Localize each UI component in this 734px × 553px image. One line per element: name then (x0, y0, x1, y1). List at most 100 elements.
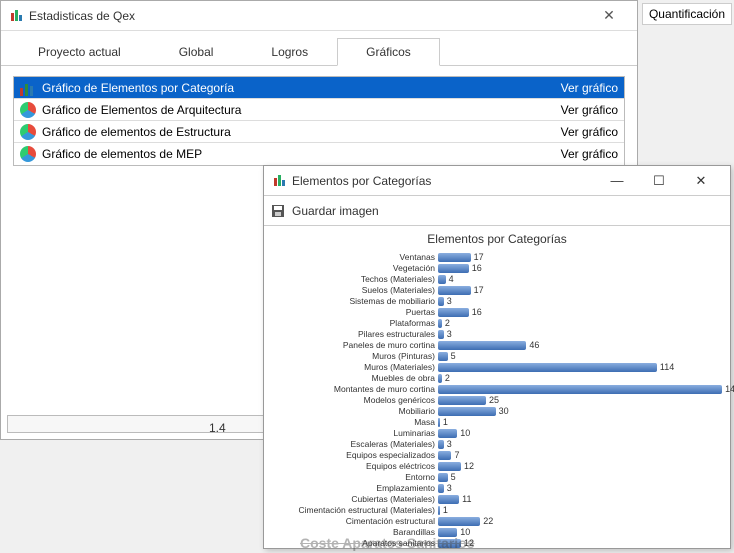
chart-bar: 5 (438, 352, 448, 361)
chart-bar: 16 (438, 264, 469, 273)
chart-category-label: Masa (268, 418, 438, 427)
pie-chart-icon (20, 124, 36, 140)
chart-row-action[interactable]: Ver gráfico (561, 81, 618, 95)
chart-row-label: Gráfico de Elementos por Categoría (42, 81, 561, 95)
save-image-label[interactable]: Guardar imagen (292, 204, 379, 218)
chart-category-label: Cimentación estructural (268, 517, 438, 526)
chart-row-action[interactable]: Ver gráfico (561, 103, 618, 117)
chart-category-label: Cubiertas (Materiales) (268, 495, 438, 504)
chart-bar: 3 (438, 484, 444, 493)
chart-category-label: Sistemas de mobiliario (268, 297, 438, 306)
chart-value-label: 114 (660, 362, 674, 372)
chart-row-label: Gráfico de Elementos de Arquitectura (42, 103, 561, 117)
chart-bar: 3 (438, 297, 444, 306)
chart-bar: 22 (438, 517, 480, 526)
chart-titlebar: Elementos por Categorías — ☐ ✕ (264, 166, 730, 196)
chart-list-row[interactable]: Gráfico de Elementos de ArquitecturaVer … (14, 99, 624, 121)
chart-value-label: 3 (447, 329, 452, 339)
chart-value-label: 30 (499, 406, 509, 416)
chart-value-label: 3 (447, 483, 452, 493)
chart-category-label: Escaleras (Materiales) (268, 440, 438, 449)
chart-category-label: Muros (Pinturas) (268, 352, 438, 361)
chart-value-label: 17 (474, 285, 484, 295)
chart-window-title: Elementos por Categorías (292, 174, 596, 188)
chart-category-label: Luminarias (268, 429, 438, 438)
tab-proyecto-actual[interactable]: Proyecto actual (9, 38, 150, 66)
chart-bar: 11 (438, 495, 459, 504)
chart-category-label: Montantes de muro cortina (268, 385, 438, 394)
chart-value-label: 16 (472, 307, 482, 317)
chart-category-label: Equipos especializados (268, 451, 438, 460)
chart-category-label: Techos (Materiales) (268, 275, 438, 284)
stats-close-button[interactable]: ✕ (589, 7, 629, 24)
chart-list-row[interactable]: Gráfico de Elementos por CategoríaVer gr… (14, 77, 624, 99)
chart-value-label: 10 (460, 428, 470, 438)
background-tab-quantification[interactable]: Quantificación (642, 3, 732, 25)
chart-value-label: 12 (464, 461, 474, 471)
chart-category-label: Vegetación (268, 264, 438, 273)
chart-row-label: Gráfico de elementos de Estructura (42, 125, 561, 139)
footer-bleed-text: Coste Aparatos Sanitarios (300, 535, 475, 551)
chart-category-label: Paneles de muro cortina (268, 341, 438, 350)
app-icon (272, 174, 286, 188)
chart-bar: 17 (438, 286, 471, 295)
chart-category-label: Muebles de obra (268, 374, 438, 383)
tab-graficos[interactable]: Gráficos (337, 38, 440, 66)
chart-bar: 2 (438, 374, 442, 383)
chart-category-label: Puertas (268, 308, 438, 317)
chart-bar: 148 (438, 385, 722, 394)
chart-bar: 3 (438, 330, 444, 339)
chart-title: Elementos por Categorías (268, 232, 726, 246)
app-icon (9, 9, 23, 23)
chart-row-action[interactable]: Ver gráfico (561, 125, 618, 139)
chart-value-label: 25 (489, 395, 499, 405)
close-button[interactable]: ✕ (680, 167, 722, 195)
chart-bar: 10 (438, 429, 457, 438)
chart-value-label: 3 (447, 439, 452, 449)
maximize-button[interactable]: ☐ (638, 167, 680, 195)
chart-bar: 114 (438, 363, 657, 372)
tab-logros[interactable]: Logros (242, 38, 337, 66)
pie-chart-icon (20, 102, 36, 118)
chart-category-label: Entorno (268, 473, 438, 482)
chart-category-label: Plataformas (268, 319, 438, 328)
chart-list: Gráfico de Elementos por CategoríaVer gr… (13, 76, 625, 166)
chart-value-label: 7 (454, 450, 459, 460)
status-value: 1.4 (209, 421, 226, 435)
tab-global[interactable]: Global (150, 38, 243, 66)
chart-value-label: 1 (443, 417, 448, 427)
chart-row-action[interactable]: Ver gráfico (561, 147, 618, 161)
chart-bar: 25 (438, 396, 486, 405)
minimize-button[interactable]: — (596, 167, 638, 195)
chart-bar: 4 (438, 275, 446, 284)
chart-category-label: Mobiliario (268, 407, 438, 416)
horizontal-bar-chart: Ventanas Vegetación Techos (Materiales) Sue… (268, 252, 726, 549)
chart-value-label: 2 (445, 318, 450, 328)
chart-category-label: Equipos eléctricos (268, 462, 438, 471)
chart-row-label: Gráfico de elementos de MEP (42, 147, 561, 161)
chart-value-label: 148 (725, 384, 734, 394)
chart-bar: 16 (438, 308, 469, 317)
chart-bar: 3 (438, 440, 444, 449)
chart-list-area: Gráfico de Elementos por CategoríaVer gr… (1, 66, 637, 176)
chart-value-label: 22 (483, 516, 493, 526)
chart-value-label: 3 (447, 296, 452, 306)
save-icon[interactable] (270, 203, 286, 219)
chart-category-label: Suelos (Materiales) (268, 286, 438, 295)
stats-window-title: Estadisticas de Qex (29, 9, 589, 23)
chart-list-row[interactable]: Gráfico de elementos de EstructuraVer gr… (14, 121, 624, 143)
chart-category-label: Ventanas (268, 253, 438, 262)
chart-value-label: 5 (451, 351, 456, 361)
chart-toolbar: Guardar imagen (264, 196, 730, 226)
chart-bar: 17 (438, 253, 471, 262)
chart-category-label: Modelos genéricos (268, 396, 438, 405)
chart-window: Elementos por Categorías — ☐ ✕ Guardar i… (263, 165, 731, 549)
chart-value-label: 4 (449, 274, 454, 284)
bar-chart-icon (20, 80, 36, 96)
chart-category-label: Cimentación estructural (Materiales) (268, 506, 438, 515)
chart-list-row[interactable]: Gráfico de elementos de MEPVer gráfico (14, 143, 624, 165)
chart-category-label: Muros (Materiales) (268, 363, 438, 372)
chart-bar: 2 (438, 319, 442, 328)
pie-chart-icon (20, 146, 36, 162)
chart-bar: 1 (438, 418, 440, 427)
